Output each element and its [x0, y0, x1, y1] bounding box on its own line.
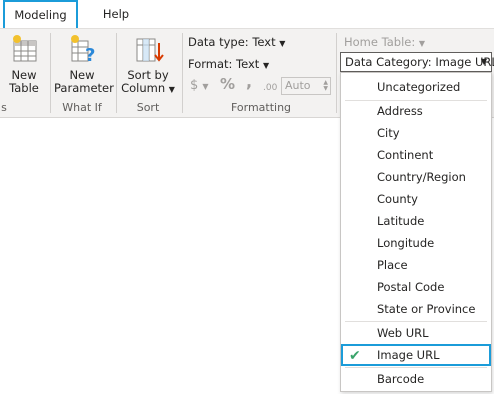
group-separator: [336, 33, 337, 113]
decimal-places-button[interactable]: .00: [263, 79, 277, 97]
menu-item-latitude[interactable]: Latitude: [341, 210, 491, 232]
group-separator: [50, 33, 51, 113]
group-separator: [182, 33, 183, 113]
menu-item-postal-code[interactable]: Postal Code: [341, 276, 491, 298]
new-parameter-label-2: Parameter: [54, 81, 114, 95]
menu-item-city[interactable]: City: [341, 122, 491, 144]
menu-item-country-region[interactable]: Country/Region: [341, 166, 491, 188]
tab-help[interactable]: Help: [86, 0, 146, 28]
checkmark-icon: ✔: [349, 348, 361, 364]
sort-by-column-button[interactable]: Sort by Column ▼: [120, 33, 176, 96]
decimal-places-input[interactable]: Auto ▲ ▼: [281, 77, 331, 95]
format-dropdown[interactable]: Format: Text ▼: [188, 55, 269, 73]
menu-item-address[interactable]: Address: [341, 100, 491, 122]
group-separator: [116, 33, 117, 113]
formatting-group-label: Formatting: [230, 101, 292, 114]
spinner-icon[interactable]: ▲ ▼: [323, 80, 328, 92]
sort-group-label: Sort: [136, 101, 160, 114]
menu-item-continent[interactable]: Continent: [341, 144, 491, 166]
menu-item-uncategorized[interactable]: Uncategorized: [341, 76, 491, 98]
currency-format-button[interactable]: $ ▼: [190, 77, 209, 95]
calculations-group-label: s: [1, 101, 7, 114]
currency-icon: $: [190, 78, 199, 93]
data-type-dropdown[interactable]: Data type: Text ▼: [188, 33, 285, 51]
menu-item-barcode[interactable]: Barcode: [341, 368, 491, 390]
new-table-button[interactable]: New Table: [4, 33, 44, 95]
data-category-dropdown[interactable]: Data Category: Image URL ▼: [340, 52, 494, 72]
menu-item-image-url-label: Image URL: [377, 348, 440, 362]
comma-icon: ,: [246, 72, 253, 91]
menu-item-county[interactable]: County: [341, 188, 491, 210]
decimal-places-value: Auto: [285, 79, 311, 92]
new-table-label-2: Table: [9, 81, 39, 95]
sort-by-column-label-2: Column ▼: [121, 81, 175, 95]
menu-item-longitude[interactable]: Longitude: [341, 232, 491, 254]
percent-format-button[interactable]: %: [220, 75, 235, 93]
comma-format-button[interactable]: ,: [246, 73, 252, 91]
menu-item-image-url[interactable]: ✔ Image URL: [341, 344, 491, 366]
new-table-icon: [8, 33, 40, 65]
menu-item-web-url[interactable]: Web URL: [341, 322, 491, 344]
percent-icon: %: [220, 75, 236, 93]
what-if-group-label: What If: [62, 101, 102, 114]
svg-text:?: ?: [85, 45, 95, 65]
menu-item-state-or-province[interactable]: State or Province: [341, 298, 491, 320]
data-category-menu: Uncategorized Address City Continent Cou…: [340, 72, 492, 392]
ribbon-tab-bar: Modeling Help: [0, 0, 494, 28]
sort-by-column-icon: [132, 33, 164, 65]
chevron-down-icon: ▼: [480, 57, 487, 66]
decimal-icon: .00: [263, 83, 278, 93]
data-category-value: Data Category: Image URL: [345, 55, 494, 69]
new-parameter-button[interactable]: ? New Parameter: [54, 33, 114, 95]
tab-modeling[interactable]: Modeling: [3, 0, 78, 28]
new-parameter-icon: ?: [66, 33, 98, 66]
home-table-dropdown[interactable]: Home Table: ▼: [344, 33, 425, 51]
menu-item-place[interactable]: Place: [341, 254, 491, 276]
